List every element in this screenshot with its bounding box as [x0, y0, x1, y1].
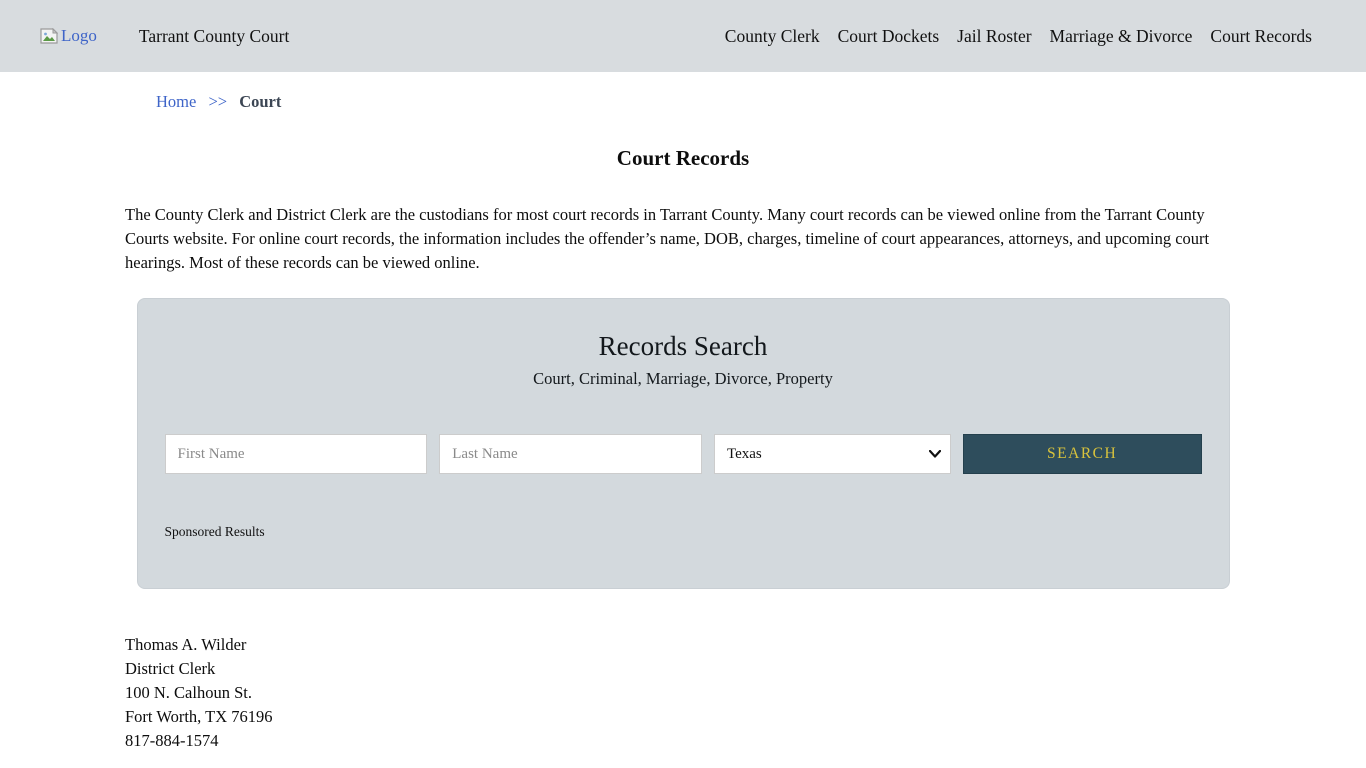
first-name-input[interactable]	[164, 434, 428, 474]
breadcrumb-current: Court	[239, 92, 282, 111]
nav-court-records[interactable]: Court Records	[1210, 26, 1312, 47]
broken-image-icon: Logo	[40, 26, 97, 46]
records-search-title: Records Search	[598, 331, 768, 361]
contact-city: Fort Worth, TX 76196	[125, 707, 273, 726]
contact-name: Thomas A. Wilder	[125, 635, 247, 654]
records-search-subtitle: Court, Criminal, Marriage, Divorce, Prop…	[533, 369, 833, 388]
search-form-row: Texas SEARCH	[164, 434, 1202, 474]
nav-court-dockets[interactable]: Court Dockets	[838, 26, 940, 47]
contact-block: Thomas A. Wilder District Clerk 100 N. C…	[125, 633, 1241, 753]
contact-street: 100 N. Calhoun St.	[125, 683, 252, 702]
site-title[interactable]: Tarrant County Court	[139, 26, 289, 47]
last-name-input[interactable]	[439, 434, 702, 474]
main-content: Court Records The County Clerk and Distr…	[125, 146, 1241, 589]
header: Logo Tarrant County Court County Clerk C…	[0, 0, 1366, 72]
nav-county-clerk[interactable]: County Clerk	[725, 26, 820, 47]
state-select-wrap: Texas	[714, 434, 951, 474]
broken-image-glyph	[40, 28, 58, 44]
search-button[interactable]: SEARCH	[962, 434, 1202, 474]
logo-link[interactable]: Logo	[40, 26, 97, 46]
sponsored-results-label: Sponsored Results	[164, 524, 265, 539]
page-title: Court Records	[616, 146, 750, 170]
nav-jail-roster[interactable]: Jail Roster	[957, 26, 1031, 47]
main-nav: County Clerk Court Dockets Jail Roster M…	[725, 26, 1312, 47]
state-select[interactable]: Texas	[714, 434, 951, 474]
logo-alt-text: Logo	[61, 26, 97, 45]
breadcrumb-separator: >>	[208, 92, 228, 111]
intro-paragraph: The County Clerk and District Clerk are …	[125, 205, 1210, 272]
records-search-panel: Records Search Court, Criminal, Marriage…	[136, 298, 1230, 589]
contact-role: District Clerk	[125, 659, 216, 678]
contact-phone: 817-884-1574	[125, 731, 219, 750]
breadcrumb: Home >> Court	[156, 92, 1366, 112]
nav-marriage-divorce[interactable]: Marriage & Divorce	[1050, 26, 1193, 47]
breadcrumb-home-link[interactable]: Home	[156, 92, 196, 111]
